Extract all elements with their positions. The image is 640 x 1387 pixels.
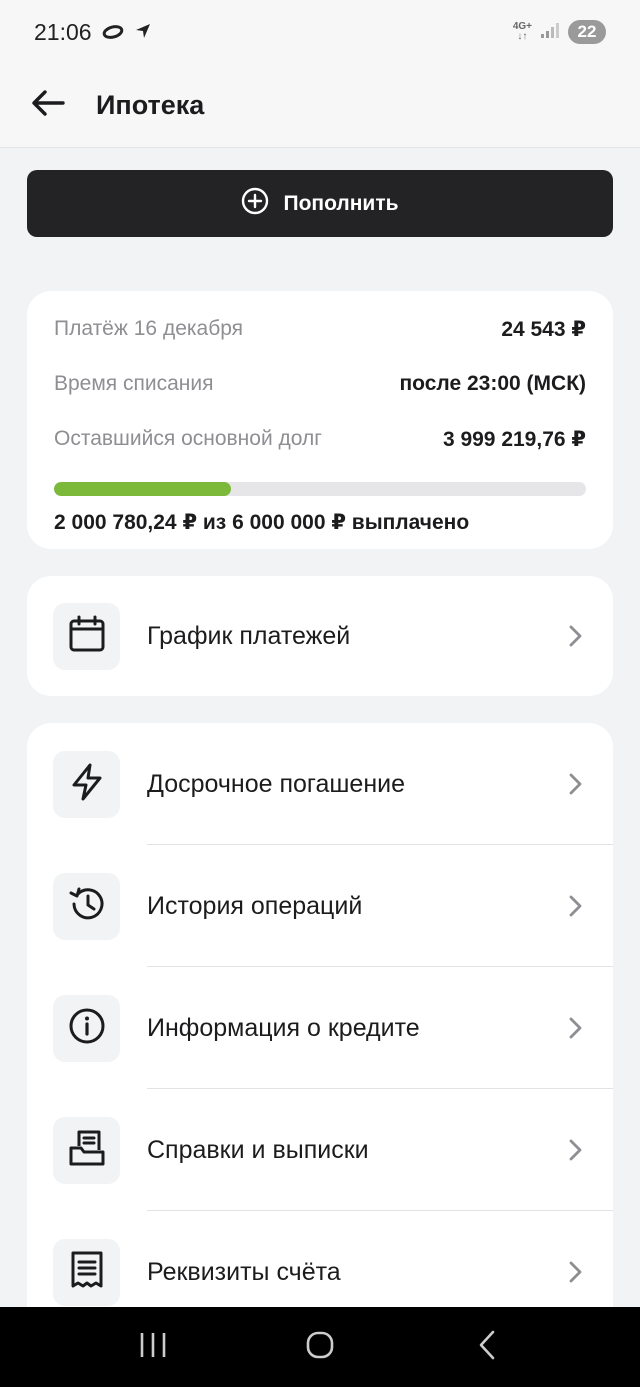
back-button[interactable]	[30, 88, 66, 124]
repayment-progress-fill	[54, 482, 232, 496]
early-repayment-item[interactable]: Досрочное погашение	[27, 723, 613, 845]
signal-icon	[540, 21, 560, 44]
payment-date-row: Платёж 16 декабря 24 543 ₽	[54, 317, 586, 372]
payment-amount: 24 543 ₽	[501, 318, 586, 341]
system-back-button[interactable]	[457, 1317, 517, 1377]
payment-schedule-item[interactable]: График платежей	[27, 576, 613, 696]
early-repayment-label: Досрочное погашение	[147, 769, 406, 798]
arrow-left-icon	[31, 90, 65, 121]
calendar-icon	[68, 615, 106, 658]
status-left: 21:06	[34, 19, 152, 46]
payment-date-label: Платёж 16 декабря	[54, 317, 244, 340]
status-time: 21:06	[34, 18, 92, 45]
home-button[interactable]	[290, 1317, 350, 1377]
history-icon	[67, 884, 107, 929]
credit-info-label: Информация о кредите	[147, 1013, 420, 1042]
home-icon	[305, 1330, 335, 1365]
payment-info-card: Платёж 16 декабря 24 543 ₽ Время списани…	[27, 291, 613, 549]
recent-apps-button[interactable]	[123, 1317, 183, 1377]
payment-schedule-label: График платежей	[147, 621, 351, 650]
chevron-right-icon	[563, 772, 587, 796]
remaining-debt-label: Оставшийся основной долг	[54, 427, 322, 450]
status-right: 4G+ ↓↑ 22	[513, 20, 606, 44]
debit-time-row: Время списания после 23:00 (МСК)	[54, 372, 586, 427]
app-bar: Ипотека	[0, 64, 640, 148]
documents-icon-box	[53, 1116, 120, 1184]
early-repayment-icon-box	[53, 750, 120, 818]
history-icon-box	[53, 872, 120, 940]
status-bar: 21:06 4G+ ↓↑ 22	[0, 0, 640, 64]
paid-summary: 2 000 780,24 ₽ из 6 000 000 ₽ выплачено	[54, 511, 470, 534]
remaining-debt-row: Оставшийся основной долг 3 999 219,76 ₽	[54, 427, 586, 482]
receipt-icon	[69, 1250, 105, 1295]
topup-button[interactable]: Пополнить	[27, 170, 613, 237]
data-arrows-icon: ↓↑	[517, 31, 528, 42]
system-nav-bar	[0, 1307, 640, 1387]
chevron-right-icon	[563, 1260, 587, 1284]
operations-history-label: История операций	[147, 891, 363, 920]
topup-label: Пополнить	[283, 191, 399, 215]
debit-time-label: Время списания	[54, 372, 214, 395]
back-chevron-icon	[477, 1330, 497, 1365]
operations-history-item[interactable]: История операций	[27, 845, 613, 967]
plus-circle-icon	[241, 187, 269, 221]
schedule-card: График платежей	[27, 576, 613, 696]
documents-icon	[67, 1128, 107, 1173]
chevron-right-icon	[563, 1016, 587, 1040]
info-icon	[68, 1007, 106, 1050]
receipt-icon-box	[53, 1238, 120, 1306]
recent-apps-icon	[139, 1332, 167, 1363]
credit-info-item[interactable]: Информация о кредите	[27, 967, 613, 1089]
chevron-right-icon	[563, 1138, 587, 1162]
statements-item[interactable]: Справки и выписки	[27, 1089, 613, 1211]
network-indicator: 4G+ ↓↑	[513, 22, 532, 42]
battery-indicator: 22	[568, 20, 606, 44]
debit-time-value: после 23:00 (МСК)	[399, 372, 587, 395]
page-title: Ипотека	[96, 90, 205, 120]
chevron-right-icon	[563, 624, 587, 648]
account-details-label: Реквизиты счёта	[147, 1257, 341, 1286]
loop-icon	[102, 19, 124, 46]
menu-card: Досрочное погашение История операций Инф…	[27, 723, 613, 1387]
schedule-icon-box	[53, 602, 120, 670]
repayment-progress-bar	[54, 482, 586, 496]
info-icon-box	[53, 994, 120, 1062]
lightning-icon	[69, 763, 105, 806]
location-arrow-icon	[134, 19, 152, 46]
statements-label: Справки и выписки	[147, 1135, 369, 1164]
remaining-debt-value: 3 999 219,76 ₽	[442, 428, 586, 451]
chevron-right-icon	[563, 894, 587, 918]
